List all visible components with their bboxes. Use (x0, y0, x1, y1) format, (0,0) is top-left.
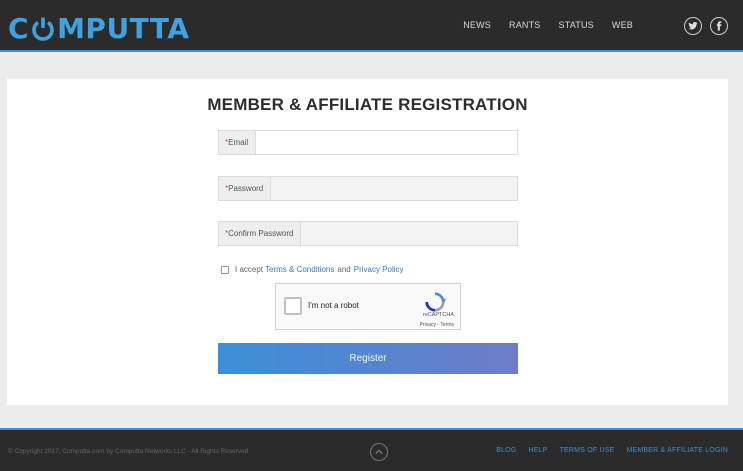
nav-news[interactable]: NEWS (463, 20, 491, 30)
nav-web[interactable]: WEB (612, 20, 633, 30)
nav-status[interactable]: STATUS (559, 20, 594, 30)
recaptcha-icon (424, 291, 446, 313)
captcha-checkbox[interactable] (284, 297, 302, 315)
footer-nav: BLOG HELP TERMS OF USE MEMBER & AFFILIAT… (496, 447, 728, 454)
main-nav: NEWS RANTS STATUS WEB (463, 20, 633, 30)
footer-blog[interactable]: BLOG (496, 447, 516, 454)
register-button[interactable]: Register (218, 343, 518, 374)
captcha-label: I'm not a robot (308, 301, 359, 310)
confirm-password-label: * Confirm Password (219, 222, 302, 245)
footer-login[interactable]: MEMBER & AFFILIATE LOGIN (626, 447, 728, 454)
terms-checkbox[interactable] (221, 265, 229, 274)
recaptcha-widget: I'm not a robot reCAPTCHA Privacy - Term… (275, 283, 461, 330)
terms-link[interactable]: Terms & Conditions (265, 265, 334, 274)
confirm-password-label-text: Confirm Password (228, 229, 294, 238)
recaptcha-links[interactable]: Privacy - Terms (420, 322, 454, 328)
password-label-text: Password (228, 184, 264, 193)
site-logo[interactable]: C MPUTTA (8, 13, 190, 45)
password-input[interactable] (271, 177, 517, 200)
password-field: * Password (218, 176, 518, 201)
footer-help[interactable]: HELP (528, 447, 547, 454)
terms-row: I accept Terms & Conditions and Privacy … (221, 265, 404, 274)
power-icon (30, 16, 56, 42)
copyright-text: © Copyright 2017, Computta.com by Comput… (8, 448, 249, 455)
confirm-password-input[interactable] (301, 222, 517, 245)
email-label-text: Email (228, 138, 249, 147)
terms-prefix: I accept (235, 265, 264, 274)
scroll-top-icon[interactable] (370, 443, 388, 461)
logo-text-start: C (8, 12, 30, 45)
footer-terms[interactable]: TERMS OF USE (560, 447, 615, 454)
terms-and: and (337, 265, 351, 274)
password-label: * Password (219, 177, 272, 200)
nav-rants[interactable]: RANTS (509, 20, 541, 30)
email-field: * Email (218, 130, 518, 155)
site-header: C MPUTTA NEWS RANTS STATUS WEB (0, 0, 743, 52)
site-footer: © Copyright 2017, Computta.com by Comput… (0, 428, 743, 471)
twitter-icon[interactable] (684, 17, 702, 35)
logo-text-end: MPUTTA (57, 12, 190, 45)
recaptcha-brand: reCAPTCHA (422, 312, 454, 318)
email-label: * Email (219, 131, 257, 154)
facebook-icon[interactable] (710, 17, 728, 35)
email-input[interactable] (256, 131, 517, 154)
page-title: MEMBER & AFFILIATE REGISTRATION (207, 95, 528, 114)
privacy-link[interactable]: Privacy Policy (354, 265, 404, 274)
confirm-password-field: * Confirm Password (218, 221, 518, 246)
